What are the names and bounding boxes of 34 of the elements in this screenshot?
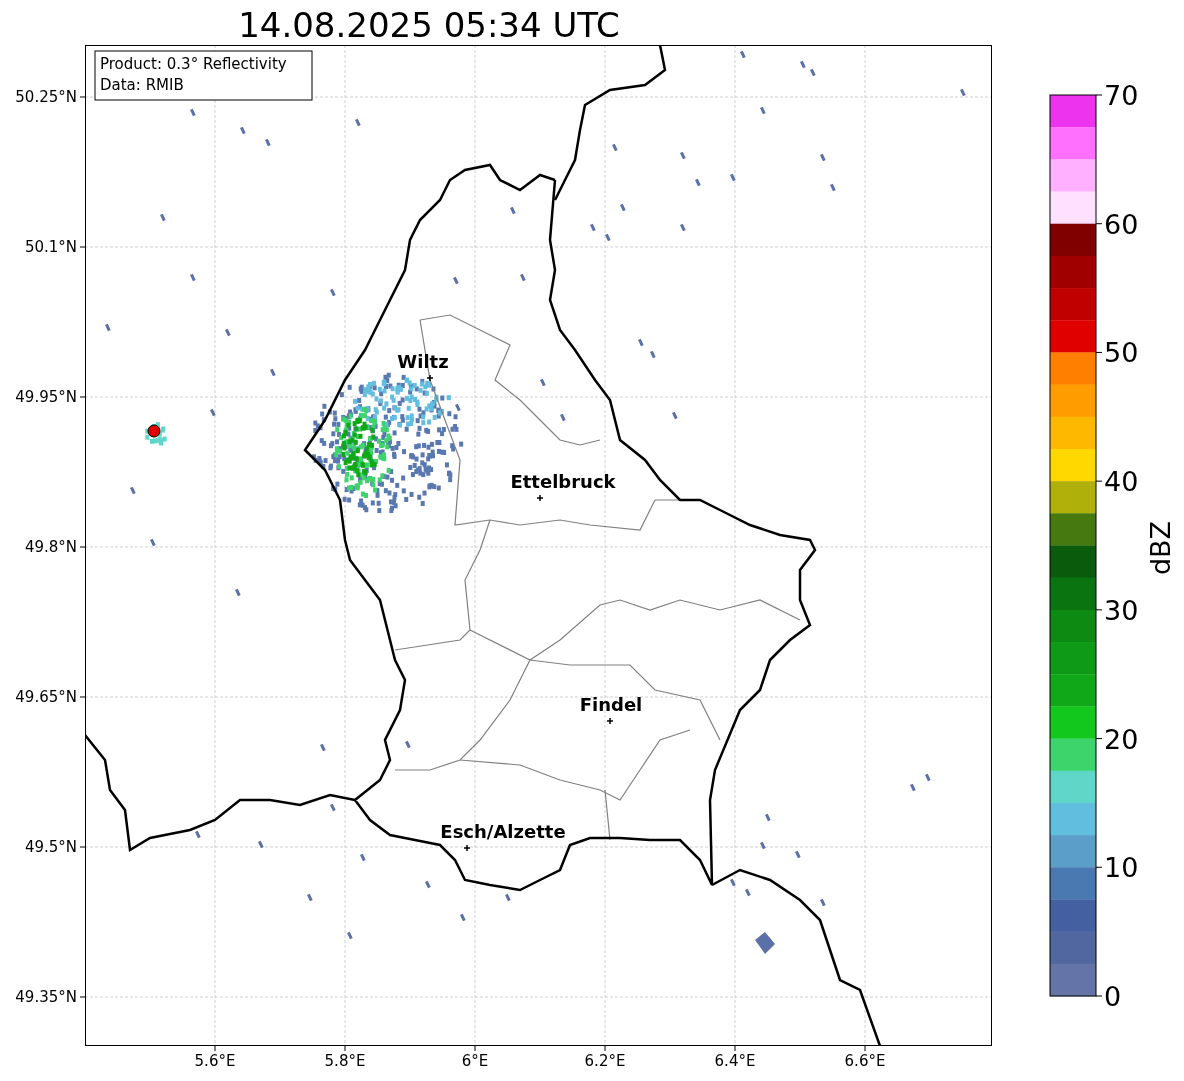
city-label: Wiltz <box>397 351 449 372</box>
colorbar-tick-label: 60 <box>1104 208 1139 240</box>
city-marker-icon <box>463 844 471 852</box>
colorbar-label: dBZ <box>1145 520 1176 576</box>
y-tick-label: 49.8°N <box>24 538 77 556</box>
colorbar-tick-label: 20 <box>1104 723 1139 755</box>
y-tick-label: 49.95°N <box>15 388 77 406</box>
colorbar-tick-label: 0 <box>1104 981 1122 1012</box>
x-tick-label: 6.2°E <box>584 1052 626 1070</box>
city-label: Ettelbruck <box>510 471 616 492</box>
x-tick-label: 5.6°E <box>194 1052 236 1070</box>
city-marker-icon <box>606 717 614 725</box>
city-marker-icon <box>426 374 434 382</box>
colorbar-tick-label: 30 <box>1104 594 1139 626</box>
y-tick-label: 49.5°N <box>24 838 77 856</box>
colorbar-tick-label: 70 <box>1104 80 1139 111</box>
y-tick-label: 50.25°N <box>15 88 77 106</box>
info-text: Product: 0.3° Reflectivity <box>100 55 287 73</box>
city-marker-icon <box>536 494 544 502</box>
y-tick-label: 50.1°N <box>24 238 77 256</box>
radar-site-icon <box>147 424 161 438</box>
city-label: Findel <box>579 694 643 715</box>
colorbar-tick-label: 50 <box>1104 337 1139 369</box>
chart-title: 14.08.2025 05:34 UTC <box>238 5 620 45</box>
x-tick-label: 6.6°E <box>844 1052 886 1070</box>
colorbar-tick-label: 40 <box>1104 466 1139 498</box>
colorbar-tick-label: 10 <box>1104 852 1139 884</box>
info-text: Data: RMIB <box>100 76 184 94</box>
x-tick-label: 6.4°E <box>714 1052 756 1070</box>
y-tick-label: 49.35°N <box>15 988 77 1006</box>
city-label: Esch/Alzette <box>440 821 566 842</box>
x-tick-label: 5.8°E <box>324 1052 366 1070</box>
y-tick-label: 49.65°N <box>15 688 77 706</box>
x-tick-label: 6°E <box>461 1052 489 1070</box>
